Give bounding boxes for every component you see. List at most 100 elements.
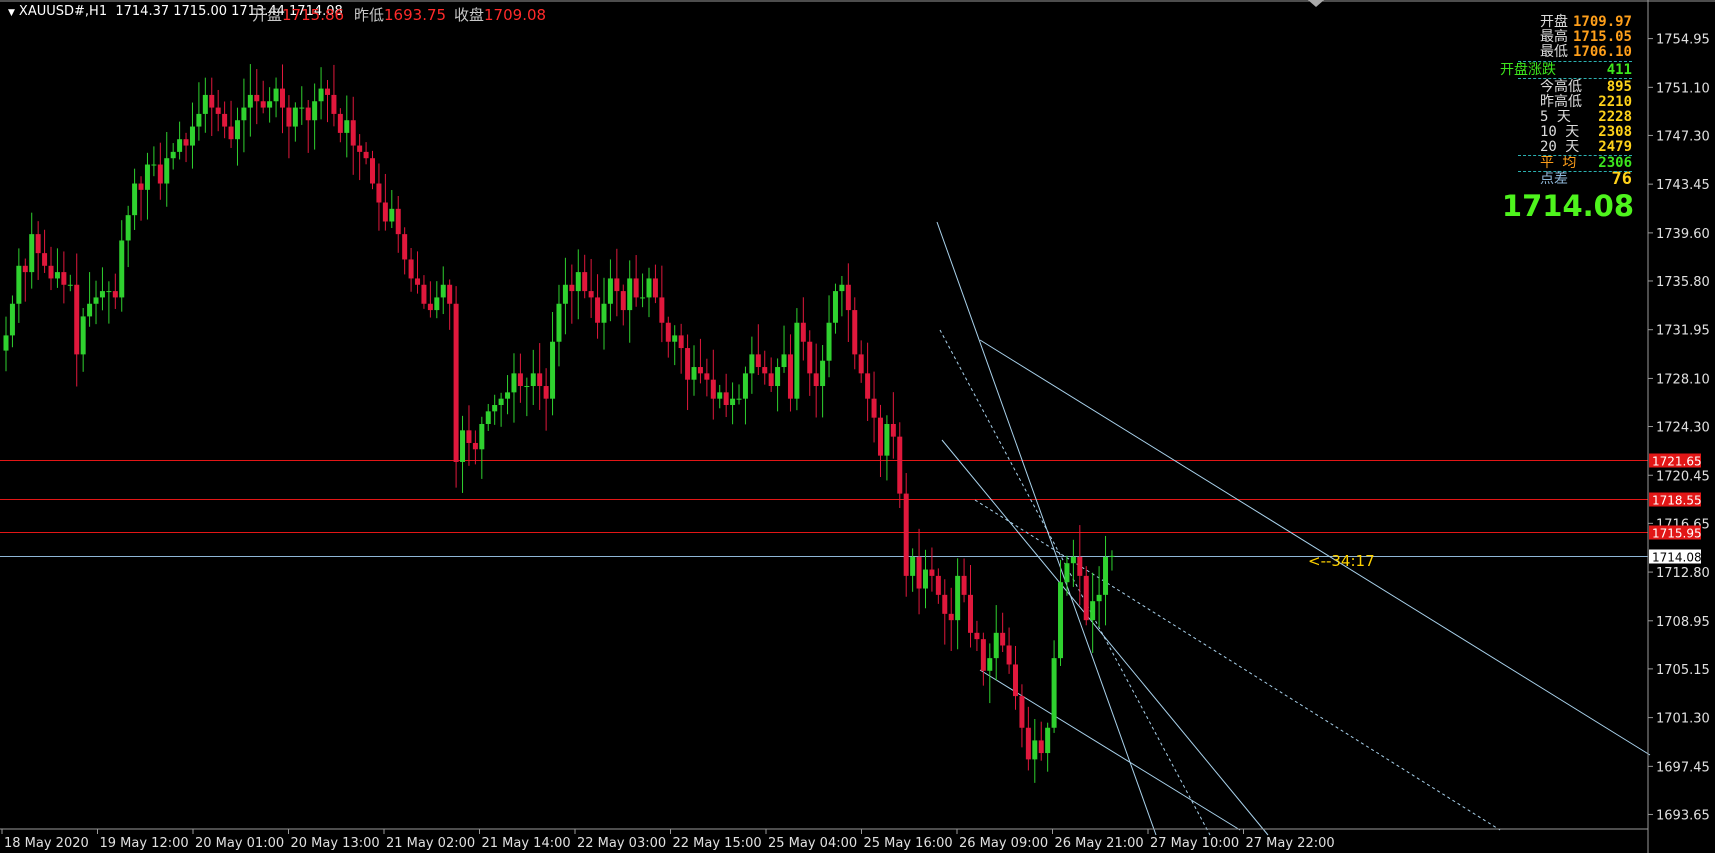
- candle-body: [234, 120, 240, 140]
- candle-body: [472, 442, 478, 450]
- time-tick-label: 21 May 14:00: [482, 836, 571, 851]
- info-row-open-change: 开盘涨跌 411: [1500, 62, 1632, 78]
- candle-body: [607, 278, 613, 304]
- price-tick-label: 1754.95: [1656, 33, 1710, 48]
- candle-body: [652, 278, 658, 298]
- info-row-10day: 10 天 2308: [1540, 124, 1632, 140]
- candle-body: [755, 354, 761, 368]
- candle-body: [87, 303, 93, 317]
- candle-body: [813, 373, 819, 387]
- candle-body: [337, 113, 343, 133]
- candle-body: [260, 101, 266, 108]
- price-tick-label: 1747.30: [1656, 129, 1710, 144]
- candle-body: [292, 107, 298, 127]
- candle-body: [993, 632, 999, 659]
- candle-body: [697, 367, 703, 374]
- candle-body: [325, 88, 330, 95]
- candle-body: [826, 322, 832, 361]
- candle-body: [286, 107, 292, 127]
- candle-body: [730, 398, 736, 406]
- candle-body: [447, 284, 453, 304]
- candle-body: [370, 158, 376, 184]
- candle-body: [627, 278, 633, 311]
- candle-body: [582, 272, 588, 292]
- info-divider-3: [1518, 155, 1632, 156]
- candle-body: [61, 272, 67, 285]
- candle-body: [807, 341, 813, 374]
- candle-body: [164, 158, 170, 184]
- price-chart[interactable]: 1754.95 1751.10 1747.30 1743.45 1739.60 1735.…: [0, 0, 1715, 853]
- candle-body: [704, 373, 710, 380]
- price-tick-label: 1708.95: [1656, 615, 1710, 630]
- candle-body: [736, 398, 742, 400]
- candle-body: [968, 594, 973, 633]
- candle-body: [112, 291, 118, 298]
- candle-body: [29, 234, 35, 273]
- candle-body: [890, 423, 896, 437]
- candle-body: [865, 373, 871, 399]
- candle-body: [312, 101, 318, 121]
- candle-body: [389, 208, 395, 222]
- candle-body: [177, 139, 183, 152]
- candle-body: [183, 139, 189, 146]
- candle-body: [929, 569, 935, 576]
- candle-body: [9, 303, 15, 336]
- time-tick-label: 21 May 02:00: [386, 836, 475, 851]
- candle-body: [820, 360, 826, 387]
- candle-body: [511, 373, 517, 393]
- candle-body: [466, 430, 472, 443]
- candle-body: [961, 575, 967, 595]
- info-row-open: 开盘 1709.97: [1540, 14, 1632, 30]
- resistance-price-label: 1715.95: [1652, 527, 1702, 541]
- candle-body: [916, 556, 922, 589]
- price-tick-label: 1697.45: [1656, 760, 1710, 775]
- candle-body: [897, 436, 903, 494]
- candle-body: [877, 417, 883, 456]
- time-tick-label: 27 May 10:00: [1150, 836, 1239, 851]
- candle-body: [267, 101, 273, 108]
- candle-body: [672, 335, 678, 342]
- candle-body: [794, 322, 800, 399]
- candle-body: [434, 297, 440, 311]
- candle-body: [74, 284, 80, 355]
- candle-body: [569, 284, 575, 292]
- candle-body: [691, 367, 697, 380]
- candle-body: [852, 310, 858, 355]
- info-row-5day: 5 天 2228: [1540, 109, 1632, 125]
- candle-body: [980, 639, 986, 671]
- info-row-20day: 20 天 2479: [1540, 139, 1632, 155]
- info-row-low: 最低 1706.10: [1540, 44, 1632, 60]
- candle-body: [1045, 727, 1051, 754]
- info-row-yesterday-range: 昨高低 2210: [1540, 94, 1632, 110]
- header-stat-open: 开盘1715.86: [252, 6, 345, 24]
- candle-body: [1070, 556, 1076, 564]
- candle-body: [363, 151, 369, 159]
- candle-body: [119, 240, 125, 298]
- candle-body: [382, 202, 388, 222]
- info-divider-4: [1518, 171, 1632, 172]
- candle-body: [1006, 645, 1012, 665]
- candle-body: [1051, 658, 1057, 728]
- time-tick-label: 19 May 12:00: [100, 836, 189, 851]
- time-tick-label: 26 May 09:00: [959, 836, 1048, 851]
- candle-body: [16, 265, 22, 304]
- info-row-today-range: 今高低 895: [1540, 79, 1632, 95]
- candle-body: [350, 120, 356, 146]
- candle-body: [93, 297, 99, 304]
- candle-body: [151, 164, 157, 166]
- candle-body: [588, 291, 594, 298]
- time-tick-label: 26 May 21:00: [1055, 836, 1144, 851]
- time-tick-label: 25 May 04:00: [768, 836, 857, 851]
- candle-body: [948, 613, 954, 621]
- candle-body: [787, 354, 793, 399]
- candle-body: [35, 234, 41, 254]
- candle-body: [955, 575, 961, 621]
- candle-body: [402, 234, 408, 260]
- candle-body: [228, 126, 234, 140]
- candle-body: [556, 303, 562, 342]
- price-tick-label: 1701.30: [1656, 712, 1710, 727]
- price-tick-label: 1693.65: [1656, 808, 1710, 823]
- price-tick-label: 1751.10: [1656, 81, 1710, 96]
- price-tick-label: 1735.80: [1656, 275, 1710, 290]
- candle-body: [775, 367, 781, 387]
